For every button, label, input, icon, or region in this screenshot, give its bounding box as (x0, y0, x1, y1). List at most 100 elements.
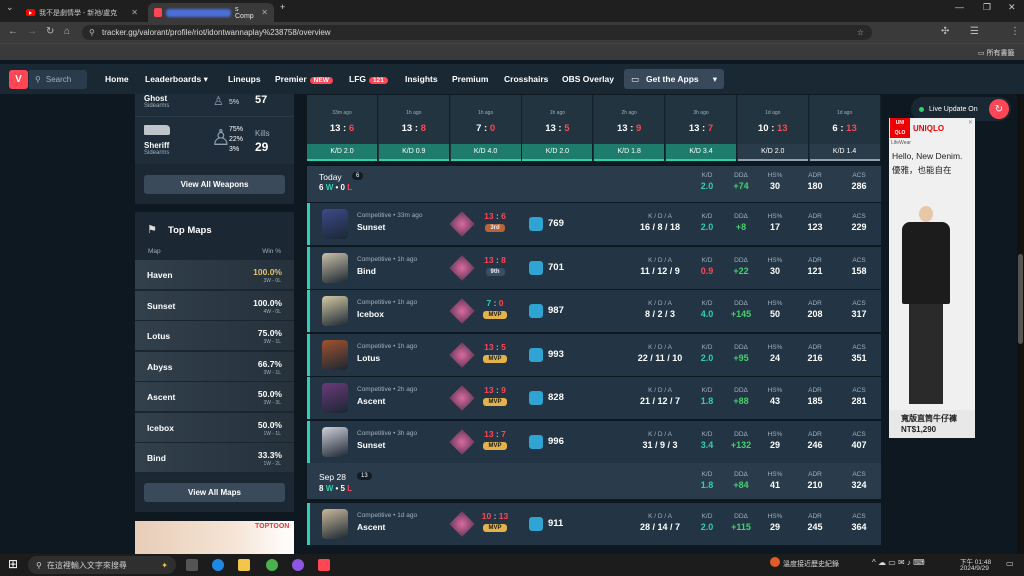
stat-value: 30 (769, 181, 780, 191)
minimize-icon[interactable]: — (955, 2, 964, 12)
rank-icon (449, 428, 475, 455)
map-row-bind[interactable]: Bind 33.3% 1W - 2L (135, 443, 294, 473)
stat-kd: K/D 4.0 (695, 300, 719, 319)
windows-start-icon[interactable]: ⊞ (8, 557, 18, 571)
stat-value: 208 (807, 309, 823, 319)
window-close-icon[interactable]: ✕ (1008, 2, 1016, 13)
bookmark-star-icon[interactable]: ☆ (857, 25, 864, 40)
nav-lineups[interactable]: Lineups (228, 74, 261, 84)
reload-icon[interactable]: ↻ (46, 26, 54, 37)
nav-crosshairs[interactable]: Crosshairs (504, 74, 548, 84)
recent-match-card[interactable]: 33m ago 13 : 6 K/D 2.0 (307, 95, 378, 161)
browser-tab-youtube[interactable]: 我不是劇情學 - 新祂/盧克 ✕ (20, 3, 144, 22)
nav-home[interactable]: Home (105, 74, 129, 84)
weather-text[interactable]: 溫度接近歷史紀錄 (783, 559, 839, 569)
close-icon[interactable]: ✕ (131, 8, 138, 17)
stat-header: ADR (808, 172, 822, 179)
close-icon[interactable]: ✕ (261, 8, 268, 17)
home-icon[interactable]: ⌂ (64, 26, 70, 37)
match-row[interactable]: Competitive • 1h ago Icebox 7 : 0 MVP 98… (307, 290, 881, 332)
site-info-icon[interactable]: ⚲ (89, 25, 95, 40)
nav-premium[interactable]: Premium (452, 74, 488, 84)
stat-kd: K/D 2.0 (695, 344, 719, 363)
extensions-icon[interactable]: ✣ (941, 26, 949, 37)
map-name: Icebox (147, 422, 174, 433)
promo-banner[interactable]: TOPTOON (135, 521, 294, 554)
stat-value: 50 (769, 309, 780, 319)
task-view-icon[interactable] (186, 559, 198, 571)
recent-match-card[interactable]: 1h ago 13 : 8 K/D 0.9 (378, 95, 450, 161)
menu-icon[interactable]: ☰ (970, 26, 979, 37)
ago-text: 1h ago (397, 299, 418, 306)
uniqlo-ad[interactable]: UNI QLO UNIQLO LifeWear Hello, New Denim.… (889, 118, 975, 438)
match-row[interactable]: Competitive • 3h ago Sunset 13 : 7 MVP 9… (307, 420, 881, 463)
nav-leaderboards[interactable]: Leaderboards ▾ (145, 74, 208, 85)
map-record: 4W - 0L (263, 308, 281, 315)
match-row[interactable]: Competitive • 2h ago Ascent 13 : 9 MVP 8… (307, 377, 881, 419)
edge-icon[interactable] (212, 559, 224, 571)
view-all-maps-button[interactable]: View All Maps (144, 483, 285, 502)
nav-insights[interactable]: Insights (405, 74, 438, 84)
stat-dda: DDΔ +22 (727, 257, 755, 276)
valorant-taskbar-icon[interactable] (318, 559, 330, 571)
ad-close-icon[interactable]: ✕ (968, 119, 973, 126)
map-record: 3W - 1L (263, 339, 281, 345)
stat-dda: DDΔ +74 (727, 172, 755, 191)
recent-score: 7 : 0 (476, 123, 496, 134)
kills-label: Kills (255, 129, 270, 138)
day-summary-today: Today 6 6 W • 0 L K/D 2.0 DDΔ +74 HS% 30 AD… (307, 166, 881, 202)
back-icon[interactable]: ← (8, 26, 18, 37)
match-row[interactable]: Competitive • 33m ago Sunset 13 : 6 3rd … (307, 203, 881, 245)
recent-match-card[interactable]: 2h ago 13 : 9 K/D 1.8 (594, 95, 666, 161)
restore-icon[interactable]: ❐ (983, 2, 991, 13)
map-row-lotus[interactable]: Lotus 75.0% 3W - 1L (135, 321, 294, 351)
get-the-apps-button[interactable]: ▭ Get the Apps ▾ (624, 69, 724, 89)
tab-search-icon[interactable]: ⌄ (6, 2, 14, 13)
stat-dda: DDΔ +145 (727, 300, 755, 319)
new-tab-button[interactable]: + (280, 2, 285, 12)
all-bookmarks-button[interactable]: ▭ 所有書籤 (978, 48, 1015, 58)
url-input[interactable]: ⚲ tracker.gg/valorant/profile/riot/idont… (82, 25, 872, 40)
recent-match-card[interactable]: 1d ago 6 : 13 K/D 1.4 (809, 95, 881, 161)
map-row-icebox[interactable]: Icebox 50.0% 1W - 1L (135, 412, 294, 443)
nav-premier[interactable]: Premier NEW (275, 74, 333, 84)
score-team: 13 (329, 123, 341, 134)
recent-match-card[interactable]: 1h ago 13 : 5 K/D 2.0 (522, 95, 594, 161)
refresh-icon[interactable]: ↻ (989, 99, 1009, 119)
view-all-weapons-button[interactable]: View All Weapons (144, 175, 285, 194)
stat-acs: ACS 351 (847, 344, 871, 363)
recent-match-card[interactable]: 1h ago 7 : 0 K/D 4.0 (450, 95, 522, 161)
scrollbar-track[interactable] (1017, 94, 1024, 554)
search-button[interactable]: ⚲ Search (29, 70, 87, 89)
score-enemy: 7 (707, 123, 714, 134)
browser-tab-tracker[interactable]: s Comp ✕ (148, 3, 274, 22)
nav-lfg[interactable]: LFG 121 (349, 74, 388, 84)
weapon-name: Sheriff (144, 141, 170, 150)
stat-adr: ADR 246 (803, 431, 827, 450)
forward-icon[interactable]: → (27, 26, 37, 37)
recent-match-card[interactable]: 3h ago 13 : 7 K/D 3.4 (666, 95, 737, 161)
stat-adr: ADR 210 (803, 471, 827, 490)
scrollbar-thumb[interactable] (1018, 254, 1023, 344)
taskbar-search[interactable]: ⚲ 在這裡輸入文字來搜尋 ✦ (28, 556, 176, 574)
file-explorer-icon[interactable] (238, 559, 250, 571)
more-options-icon[interactable]: ⋮ (1010, 26, 1020, 37)
mode-text: Competitive (357, 342, 392, 350)
map-row-sunset[interactable]: Sunset 100.0% 4W - 0L (135, 290, 294, 321)
clock-date[interactable]: 2024/9/29 (960, 565, 989, 572)
discord-icon[interactable] (292, 559, 304, 571)
notification-icon[interactable]: ▭ (1006, 559, 1014, 568)
valorant-logo-icon[interactable]: V (9, 70, 28, 89)
tray-icons[interactable]: ^ ☁ ▭ ✉ ♪ ⌨ (872, 558, 925, 567)
chrome-icon[interactable] (266, 559, 278, 571)
map-row-haven[interactable]: Haven 100.0% 3W - 0L (135, 260, 294, 290)
match-row[interactable]: Competitive • 1d ago Ascent 10 : 13 MVP … (307, 503, 881, 545)
match-row[interactable]: Competitive • 1h ago Lotus 13 : 5 MVP 99… (307, 333, 881, 376)
map-row-ascent[interactable]: Ascent 50.0% 3W - 3L (135, 382, 294, 412)
map-row-abyss[interactable]: Abyss 66.7% 3W - 1L (135, 351, 294, 382)
recent-match-card[interactable]: 1d ago 10 : 13 K/D 2.0 (737, 95, 809, 161)
stat-value: 229 (851, 222, 867, 232)
match-row[interactable]: Competitive • 1h ago Bind 13 : 8 9th 701… (307, 246, 881, 289)
ago-text: 33m ago (397, 212, 423, 219)
nav-obs-overlay[interactable]: OBS Overlay (562, 74, 614, 84)
